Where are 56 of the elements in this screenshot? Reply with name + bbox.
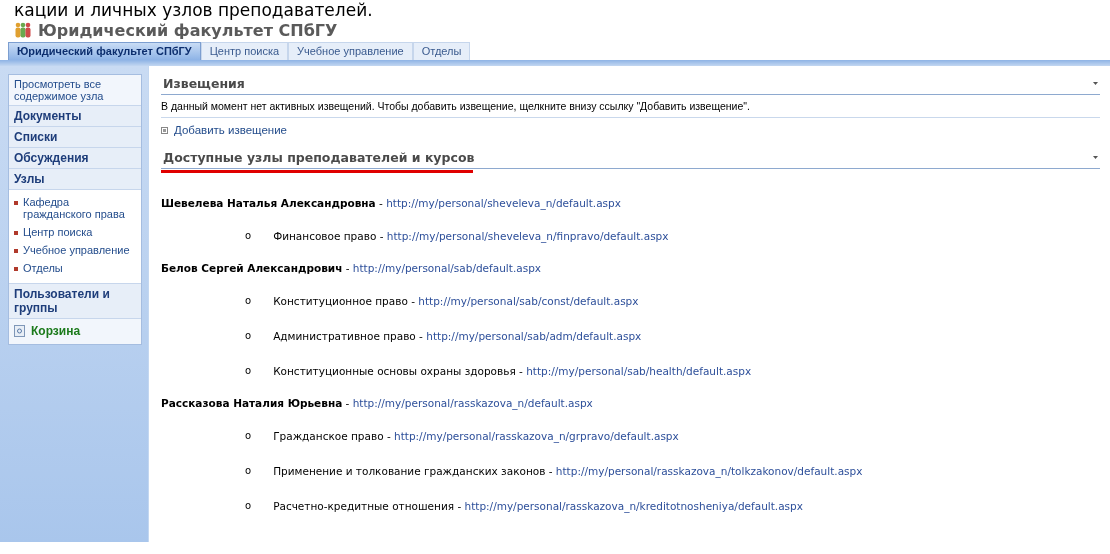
course-entry: Конституционное право - http://my/personal/sab/const/default.aspx [273,295,639,307]
nav-heading[interactable]: Узлы [9,169,141,190]
bullet-icon [14,201,18,205]
person-entry: Рассказова Наталия Юрьевна - http://my/personal/rasskazova_n/default.aspx [161,396,594,412]
nav-heading[interactable]: Документы [9,106,141,127]
site-link[interactable]: http://my/personal/sab/health/default.aspx [526,365,752,377]
bullet-icon: o [245,230,252,242]
bullet-icon [14,231,18,235]
course-entry: Гражданское право - http://my/personal/rasskazova_n/grpravo/default.aspx [273,430,679,442]
nav-link[interactable]: Кафедра гражданского права [23,196,136,220]
course-entry: Расчетно-кредитные отношения - http://my/personal/rasskazova_n/kreditotnosheniya/default.aspx [273,500,803,512]
site-link[interactable]: http://my/personal/sab/const/default.aspx [418,295,639,307]
web-part-title: Доступные узлы преподавателей и курсов [163,150,475,165]
course-entry: Применение и толкование гражданских законов - http://my/personal/rasskazova_n/tolkzakonov/default.aspx [273,465,863,477]
site-link[interactable]: http://my/personal/rasskazova_n/tolkzakonov/default.aspx [555,465,863,477]
site-link[interactable]: http://my/personal/rasskazova_n/kreditotnosheniya/default.aspx [464,500,803,512]
site-link[interactable]: http://my/personal/rasskazova_n/grpravo/default.aspx [394,430,679,442]
site-title: Юридический факультет СПбГУ [38,20,338,40]
site-link[interactable]: http://my/personal/sheveleva_n/finpravo/default.aspx [386,230,669,242]
site-link[interactable]: http://my/personal/sab/default.aspx [352,262,541,274]
add-icon [161,126,168,134]
person-entry: Шевелева Наталья Александровна - http://my/personal/sheveleva_n/default.aspx [161,196,622,212]
nav-heading[interactable]: Списки [9,127,141,148]
caption-text: кации и личных узлов преподавателей. [14,0,373,20]
bullet-icon: o [245,295,252,307]
nav-link[interactable]: Отделы [23,262,63,274]
course-entry: Административное право - http://my/personal/sab/adm/default.aspx [273,330,642,342]
person-entry: Белов Сергей Александрович - http://my/personal/sab/default.aspx [161,261,542,276]
nav-link[interactable]: Центр поиска [23,226,93,238]
nav-tab[interactable]: Учебное управление [288,42,413,60]
nav-heading[interactable]: Обсуждения [9,148,141,169]
nav-link[interactable]: Учебное управление [23,244,130,256]
nav-tab[interactable]: Юридический факультет СПбГУ [8,42,201,60]
site-link[interactable]: http://my/personal/sheveleva_n/default.aspx [386,197,621,209]
dropdown-arrow-icon[interactable] [1093,156,1098,159]
site-link[interactable]: http://my/personal/rasskazova_n/default.aspx [352,397,593,409]
add-announcement-link[interactable]: Добавить извещение [174,124,287,136]
site-link[interactable]: http://my/personal/sab/adm/default.aspx [426,330,642,342]
dropdown-arrow-icon[interactable] [1093,82,1098,85]
nav-heading[interactable]: Пользователи и группы [9,284,141,319]
nav-tab[interactable]: Центр поиска [200,42,289,60]
bullet-icon: o [245,365,252,377]
announcement-message: В данный момент нет активных извещений. Чтобы добавить извещение, щелкните внизу ссылку "Добавить извещение". [161,95,1100,118]
bin-icon [14,325,25,337]
bullet-icon: o [245,465,252,477]
bullet-icon: o [245,330,252,342]
course-entry: Финансовое право - http://my/personal/sheveleva_n/finpravo/default.aspx [273,230,669,242]
recycle-bin-link[interactable]: Корзина [31,324,81,338]
course-entry: Конституционные основы охраны здоровья - http://my/personal/sab/health/default.aspx [273,365,752,377]
nav-tab[interactable]: Отделы [412,42,471,60]
bullet-icon [14,249,18,253]
bullet-icon [14,267,18,271]
web-part-title: Извещения [163,76,245,91]
people-icon [14,22,32,38]
bullet-icon: o [245,500,252,512]
bullet-icon: o [245,430,252,442]
